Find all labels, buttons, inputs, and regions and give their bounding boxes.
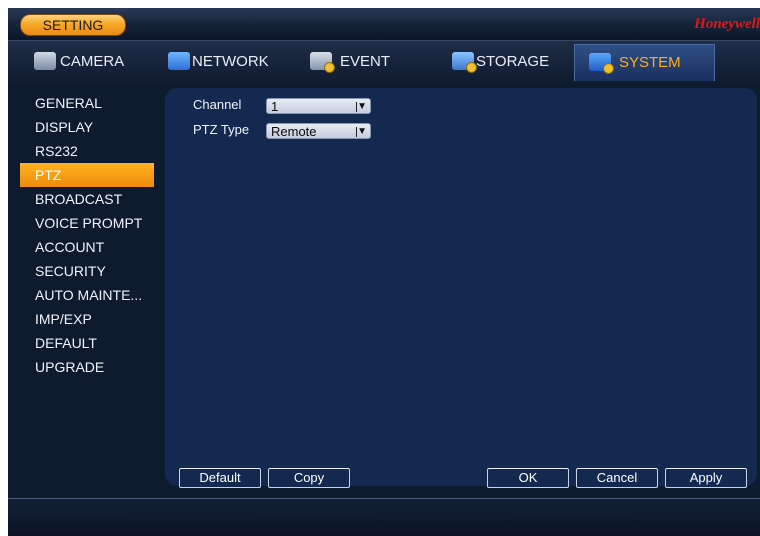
tab-camera[interactable]: CAMERA [16,44,155,80]
settings-window: SETTING Honeywell CAMERA NETWORK EVENT S… [8,8,760,536]
channel-value: 1 [271,99,279,114]
default-button[interactable]: Default [179,468,261,488]
ptz-settings-panel: Channel 1 ▼ PTZ Type Remote ▼ [165,88,757,486]
setting-button[interactable]: SETTING [20,14,126,36]
sidebar-item-auto-maintenance[interactable]: AUTO MAINTE... [20,283,154,307]
camera-icon [34,52,56,70]
system-icon [589,53,614,74]
tab-label: STORAGE [476,53,550,70]
sidebar-item-voice-prompt[interactable]: VOICE PROMPT [20,211,154,235]
tab-storage[interactable]: STORAGE [440,44,579,80]
ptz-type-label: PTZ Type [193,122,250,137]
network-icon [168,52,190,70]
sidebar-item-account[interactable]: ACCOUNT [20,235,154,259]
sidebar-item-display[interactable]: DISPLAY [20,115,154,139]
storage-icon [452,52,477,73]
sidebar-item-upgrade[interactable]: UPGRADE [20,355,154,379]
sidebar-item-ptz[interactable]: PTZ [20,163,154,187]
brand-logo: Honeywell [694,16,760,32]
chevron-down-icon: ▼ [357,126,367,137]
sidebar-item-imp-exp[interactable]: IMP/EXP [20,307,154,331]
chevron-down-icon: ▼ [357,101,367,112]
sidebar-item-default[interactable]: DEFAULT [20,331,154,355]
tab-label: CAMERA [60,53,125,70]
ptz-type-select[interactable]: Remote ▼ [266,123,371,139]
event-icon [310,52,335,73]
cancel-button[interactable]: Cancel [576,468,658,488]
tab-label: SYSTEM [619,54,681,71]
sidebar: GENERAL DISPLAY RS232 PTZ BROADCAST VOIC… [8,83,158,488]
tab-event[interactable]: EVENT [300,44,439,80]
tab-label: NETWORK [192,53,269,70]
tab-system[interactable]: SYSTEM [574,44,715,81]
sidebar-item-general[interactable]: GENERAL [20,91,154,115]
apply-button[interactable]: Apply [665,468,747,488]
tab-network[interactable]: NETWORK [158,44,297,80]
channel-label: Channel [193,97,242,112]
main-tabs: CAMERA NETWORK EVENT STORAGE SYSTEM [8,41,760,83]
status-bar [8,498,760,536]
ok-button[interactable]: OK [487,468,569,488]
sidebar-item-security[interactable]: SECURITY [20,259,154,283]
channel-select[interactable]: 1 ▼ [266,98,371,114]
copy-button[interactable]: Copy [268,468,350,488]
title-bar: SETTING Honeywell [8,8,760,41]
tab-label: EVENT [340,53,391,70]
sidebar-item-broadcast[interactable]: BROADCAST [20,187,154,211]
ptz-type-value: Remote [271,124,317,139]
sidebar-item-rs232[interactable]: RS232 [20,139,154,163]
